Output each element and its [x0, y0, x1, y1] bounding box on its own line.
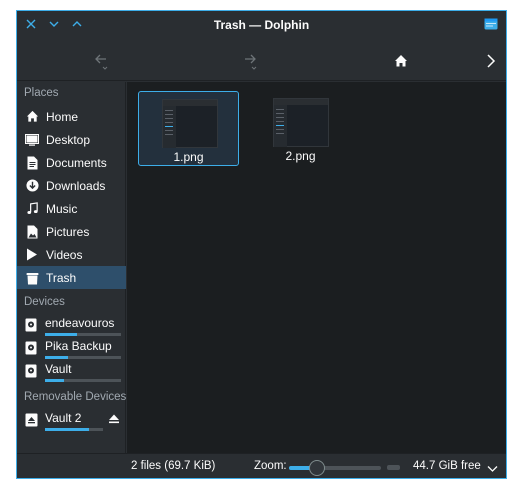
home-icon	[25, 110, 39, 124]
capacity-fill	[45, 356, 68, 359]
removable-drive-icon	[25, 413, 39, 427]
sidebar-item-label: Documents	[46, 155, 107, 170]
sidebar-item-label: Home	[46, 109, 79, 124]
sidebar-item-videos[interactable]: Videos	[17, 243, 126, 266]
eject-icon[interactable]	[108, 413, 120, 428]
file-name: 2.png	[285, 149, 316, 163]
videos-icon	[25, 248, 39, 262]
places-header: Places	[24, 87, 59, 99]
documents-icon	[25, 156, 39, 170]
file-view[interactable]: 1.png 2.png	[127, 82, 506, 453]
toolbar	[17, 39, 506, 81]
capacity-fill	[45, 428, 89, 431]
desktop-icon	[25, 133, 39, 147]
zoom-label: Zoom:	[254, 460, 287, 472]
downloads-icon	[25, 179, 39, 193]
chevron-down-icon[interactable]	[487, 462, 498, 476]
sidebar-item-music[interactable]: Music	[17, 197, 126, 220]
capacity-bar	[45, 333, 121, 336]
device-label: endeavouros	[45, 316, 115, 330]
sidebar-device-vault-2[interactable]: Vault 2	[17, 409, 126, 432]
sidebar-item-label: Downloads	[46, 178, 106, 193]
sidebar-item-downloads[interactable]: Downloads	[17, 174, 126, 197]
places-panel: Places Home Desktop Documents Downloads	[17, 82, 126, 453]
sidebar-device-vault[interactable]: Vault	[17, 360, 126, 383]
capacity-bar	[45, 428, 103, 431]
sidebar-item-documents[interactable]: Documents	[17, 151, 126, 174]
music-icon	[25, 202, 39, 216]
sidebar-device-endeavouros[interactable]: endeavouros	[17, 314, 126, 337]
capacity-fill	[45, 333, 77, 336]
free-space-label: 44.7 GiB free	[413, 460, 481, 472]
sidebar-item-label: Pictures	[46, 224, 90, 239]
sidebar-device-pika-backup[interactable]: Pika Backup	[17, 337, 126, 360]
zoom-slider-handle[interactable]	[309, 460, 325, 476]
drive-icon	[25, 341, 39, 355]
sidebar-item-label: Videos	[46, 247, 83, 262]
file-thumbnail	[273, 98, 329, 147]
drive-icon	[25, 318, 39, 332]
sidebar-item-label: Desktop	[46, 132, 91, 147]
zoom-slider[interactable]	[289, 460, 381, 476]
sidebar-item-label: Music	[46, 201, 78, 216]
dolphin-app-icon	[484, 17, 498, 31]
devices-header: Devices	[24, 296, 65, 308]
capacity-fill	[45, 379, 64, 382]
sidebar-item-home[interactable]: Home	[17, 105, 126, 128]
trash-icon	[25, 271, 39, 285]
sidebar-item-label: Trash	[46, 270, 77, 285]
home-icon[interactable]	[389, 49, 413, 73]
file-name: 1.png	[173, 150, 204, 164]
dolphin-window: Trash — Dolphin Places Home Desktop Docu…	[16, 10, 507, 479]
pictures-icon	[25, 225, 39, 239]
file-item-2-png[interactable]: 2.png	[250, 91, 351, 166]
file-item-1-png[interactable]: 1.png	[138, 91, 239, 166]
sidebar-item-desktop[interactable]: Desktop	[17, 128, 126, 151]
device-label: Vault	[45, 362, 72, 376]
sidebar-item-pictures[interactable]: Pictures	[17, 220, 126, 243]
device-label: Vault 2	[45, 411, 82, 425]
titlebar: Trash — Dolphin	[17, 11, 506, 39]
capacity-bar	[45, 356, 121, 359]
drive-icon	[25, 364, 39, 378]
removable-devices-header: Removable Devices	[24, 391, 127, 403]
next-icon[interactable]	[479, 49, 503, 73]
back-icon[interactable]	[89, 49, 113, 73]
device-label: Pika Backup	[45, 339, 112, 353]
status-summary: 2 files (69.7 KiB)	[131, 460, 216, 472]
space-indicator	[387, 465, 400, 470]
status-bar: 2 files (69.7 KiB) Zoom: 44.7 GiB free	[17, 453, 506, 478]
file-thumbnail	[162, 99, 218, 148]
capacity-bar	[45, 379, 121, 382]
window-title: Trash — Dolphin	[213, 18, 310, 32]
forward-icon[interactable]	[238, 49, 262, 73]
sidebar-item-trash[interactable]: Trash	[17, 266, 126, 289]
